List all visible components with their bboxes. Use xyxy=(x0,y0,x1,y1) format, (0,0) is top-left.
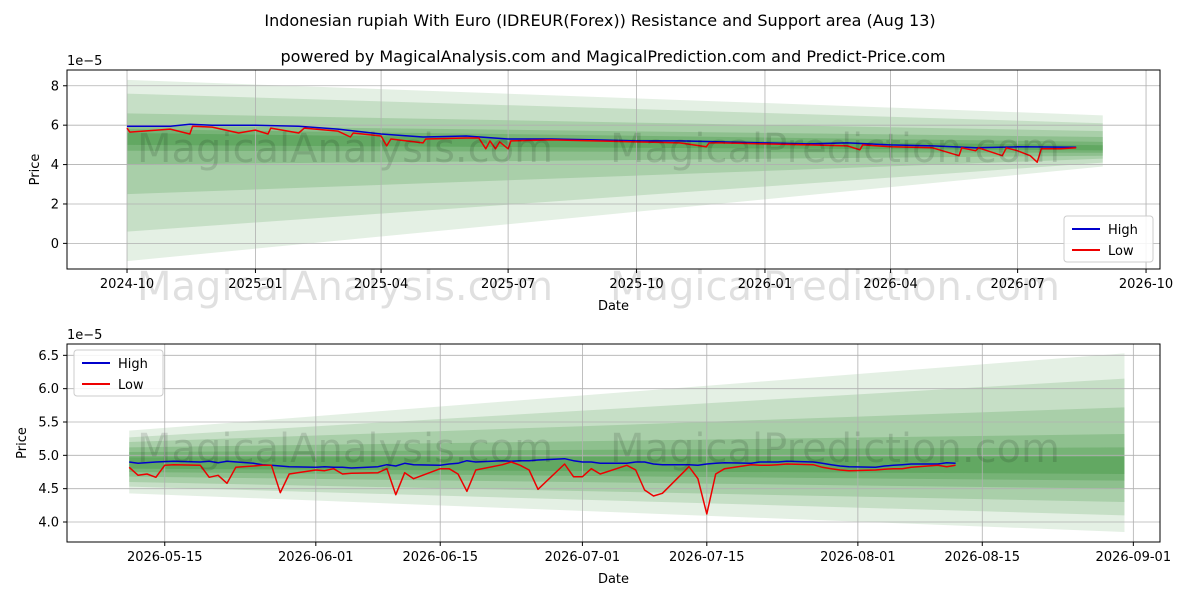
x-tick-label: 2026-08-01 xyxy=(820,550,896,565)
chart-svg: Indonesian rupiah With Euro (IDREUR(Fore… xyxy=(15,11,1173,587)
y-offset-label: 1e−5 xyxy=(67,328,102,343)
legend: High Low xyxy=(73,349,164,397)
x-tick-label: 2026-07-15 xyxy=(669,550,745,565)
y-tick-label: 4.0 xyxy=(38,516,59,531)
y-tick-label: 0 xyxy=(51,237,59,252)
y-axis-label: Price xyxy=(28,154,43,186)
x-tick-label: 2026-05-15 xyxy=(127,550,203,565)
legend-label-high: High xyxy=(1108,223,1138,238)
y-tick-label: 5.5 xyxy=(38,416,59,431)
legend: High Low xyxy=(1063,215,1154,263)
chart-title: Indonesian rupiah With Euro (IDREUR(Fore… xyxy=(264,11,935,30)
y-offset-label: 1e−5 xyxy=(67,54,102,69)
y-tick-label: 4.5 xyxy=(38,482,59,497)
x-tick-label: 2026-06-15 xyxy=(402,550,478,565)
y-tick-label: 8 xyxy=(51,79,59,94)
y-tick-label: 4 xyxy=(51,158,59,173)
y-tick-label: 6.5 xyxy=(38,349,59,364)
x-tick-label: 2026-09-01 xyxy=(1096,550,1172,565)
x-tick-label: 2026-06-01 xyxy=(278,550,354,565)
y-tick-label: 6.0 xyxy=(38,382,59,397)
watermark-prediction-top: MagicalPrediction.com xyxy=(610,126,1060,172)
legend-label-high: High xyxy=(118,357,148,372)
watermark-prediction-bottom: MagicalPrediction.com xyxy=(610,426,1060,472)
watermark-analysis-top: MagicalAnalysis.com xyxy=(137,126,553,172)
y-tick-label: 5.0 xyxy=(38,449,59,464)
watermark-prediction: MagicalPrediction.com xyxy=(610,264,1060,310)
watermark-analysis-bottom: MagicalAnalysis.com xyxy=(137,426,553,472)
legend-label-low: Low xyxy=(118,378,144,393)
y-tick-label: 2 xyxy=(51,197,59,212)
legend-label-low: Low xyxy=(1108,244,1134,259)
y-tick-label: 6 xyxy=(51,119,59,134)
watermark-analysis: MagicalAnalysis.com xyxy=(137,264,553,310)
x-tick-label: 2026-07-01 xyxy=(545,550,621,565)
chart-subtitle: powered by MagicalAnalysis.com and Magic… xyxy=(280,47,945,66)
x-tick-label: 2026-10 xyxy=(1119,277,1173,292)
x-axis-label: Date xyxy=(598,572,629,587)
x-tick-label: 2026-08-15 xyxy=(944,550,1020,565)
chart-figure: Indonesian rupiah With Euro (IDREUR(Fore… xyxy=(0,0,1200,600)
y-axis-label: Price xyxy=(15,427,30,459)
